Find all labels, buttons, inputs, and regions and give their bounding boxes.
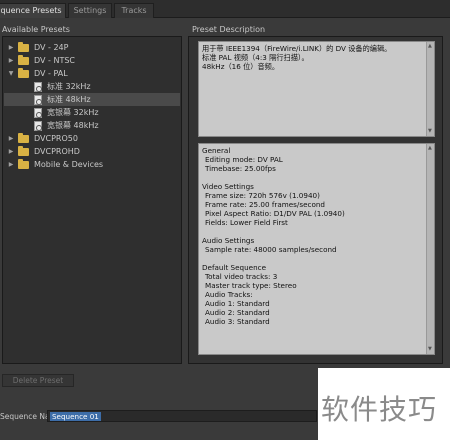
audio-track-2: Audio 2: Standard [205, 308, 270, 317]
tree-item-dvcpro50[interactable]: ▶ DVCPRO50 [4, 132, 180, 145]
folder-icon [18, 42, 29, 52]
total-video-tracks: Total video tracks: 3 [205, 272, 278, 281]
video-settings-heading: Video Settings [202, 182, 254, 191]
fields: Fields: Lower Field First [205, 218, 288, 227]
expand-arrow-icon[interactable]: ▶ [7, 132, 15, 145]
sample-rate: Sample rate: 48000 samples/second [205, 245, 337, 254]
audio-settings-heading: Audio Settings [202, 236, 255, 245]
preset-file-icon [34, 95, 42, 105]
tab-bar: Sequence Presets Settings Tracks [0, 0, 450, 18]
tree-item-label: DV - 24P [34, 43, 69, 52]
tree-item-label: DV - NTSC [34, 56, 75, 65]
audio-track-1: Audio 1: Standard [205, 299, 270, 308]
folder-icon [18, 146, 29, 156]
tree-item-label: 标准 32kHz [47, 82, 91, 91]
frame-rate: Frame rate: 25.00 frames/second [205, 200, 325, 209]
tree-item-label: DVCPRO50 [34, 134, 78, 143]
tree-item-label: 标准 48kHz [47, 95, 91, 104]
tree-item-dvcprohd[interactable]: ▶ DVCPROHD [4, 145, 180, 158]
folder-icon [18, 68, 29, 78]
description-text-box[interactable]: 用于带 IEEE1394（FireWire/i.LINK）的 DV 设备的编辑。… [198, 41, 435, 137]
tab-tracks[interactable]: Tracks [114, 3, 154, 18]
expand-arrow-icon[interactable]: ▶ [7, 54, 15, 67]
default-sequence-heading: Default Sequence [202, 263, 266, 272]
preset-file-icon [34, 82, 42, 92]
tree-item-standard-32khz[interactable]: 标准 32kHz [4, 80, 180, 93]
general-heading: General [202, 146, 231, 155]
tree-item-mobile-devices[interactable]: ▶ Mobile & Devices [4, 158, 180, 171]
delete-preset-button[interactable]: Delete Preset [2, 374, 74, 387]
tree-item-dv-ntsc[interactable]: ▶ DV - NTSC [4, 54, 180, 67]
tree-item-widescreen-48khz[interactable]: 宽银幕 48kHz [4, 119, 180, 132]
master-track-type: Master track type: Stereo [205, 281, 297, 290]
details-scrollbar[interactable] [426, 144, 434, 354]
tree-item-dv-pal[interactable]: ▼ DV - PAL [4, 67, 180, 80]
collapse-arrow-icon[interactable]: ▼ [7, 67, 15, 80]
tab-sequence-presets[interactable]: Sequence Presets [0, 3, 66, 18]
preset-file-icon [34, 108, 42, 118]
watermark-text: 软件技巧 [321, 393, 438, 426]
folder-icon [18, 55, 29, 65]
editing-mode: Editing mode: DV PAL [205, 155, 283, 164]
description-scrollbar[interactable] [426, 42, 434, 136]
pixel-aspect-ratio: Pixel Aspect Ratio: D1/DV PAL (1.0940) [205, 209, 345, 218]
sequence-name-input[interactable]: Sequence 01 [47, 410, 317, 422]
expand-arrow-icon[interactable]: ▶ [7, 158, 15, 171]
description-line: 用于带 IEEE1394（FireWire/i.LINK）的 DV 设备的编辑。 [202, 44, 392, 53]
preset-description-panel: 用于带 IEEE1394（FireWire/i.LINK）的 DV 设备的编辑。… [188, 36, 443, 364]
tree-item-label: DVCPROHD [34, 147, 80, 156]
preset-description-title: Preset Description [192, 25, 266, 34]
tree-item-label: Mobile & Devices [34, 160, 104, 169]
preset-file-icon [34, 121, 42, 131]
description-line: 48kHz（16 位）音频。 [202, 62, 280, 71]
expand-arrow-icon[interactable]: ▶ [7, 41, 15, 54]
audio-tracks-heading: Audio Tracks: [205, 290, 253, 299]
sequence-name-value: Sequence 01 [50, 412, 101, 421]
settings-details-box[interactable]: General Editing mode: DV PAL Timebase: 2… [198, 143, 435, 355]
expand-arrow-icon[interactable]: ▶ [7, 145, 15, 158]
tree-item-label: 宽银幕 32kHz [47, 108, 99, 117]
audio-track-3: Audio 3: Standard [205, 317, 270, 326]
frame-size: Frame size: 720h 576v (1.0940) [205, 191, 320, 200]
folder-icon [18, 133, 29, 143]
presets-tree[interactable]: ▶ DV - 24P ▶ DV - NTSC ▼ DV - PAL 标准 32k… [2, 36, 182, 364]
available-presets-title: Available Presets [2, 25, 70, 34]
folder-icon [18, 159, 29, 169]
tree-item-widescreen-32khz[interactable]: 宽银幕 32kHz [4, 106, 180, 119]
tab-settings[interactable]: Settings [68, 3, 112, 18]
tree-item-label: 宽银幕 48kHz [47, 121, 99, 130]
tree-item-label: DV - PAL [34, 69, 68, 78]
description-line: 标准 PAL 视频（4:3 隔行扫描）。 [202, 53, 309, 62]
timebase: Timebase: 25.00fps [205, 164, 276, 173]
watermark: 软件技巧 [318, 368, 450, 440]
tree-item-dv-24p[interactable]: ▶ DV - 24P [4, 41, 180, 54]
tree-item-standard-48khz[interactable]: 标准 48kHz [4, 93, 180, 106]
